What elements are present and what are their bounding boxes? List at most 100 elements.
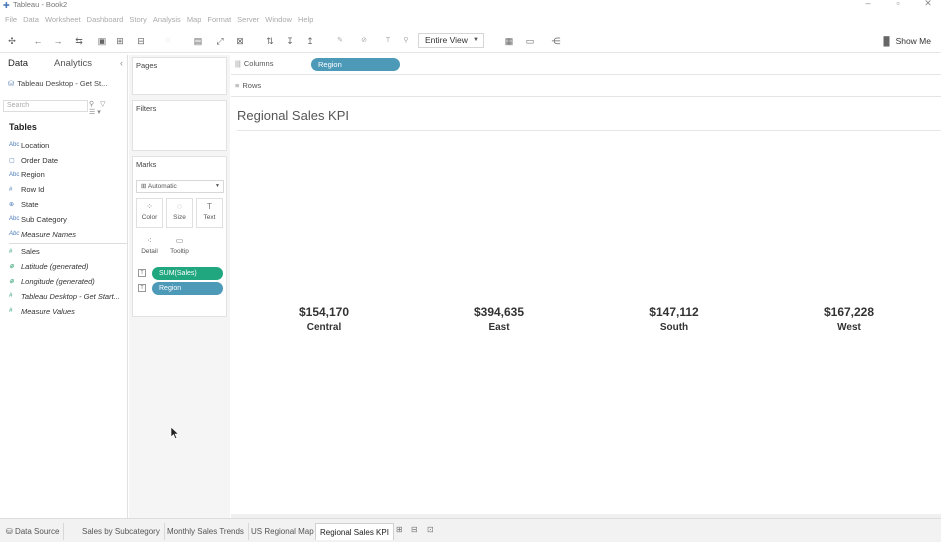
replay-icon[interactable]: ⇆ bbox=[70, 34, 88, 48]
datasource-label: Tableau Desktop - Get St... bbox=[17, 79, 108, 88]
region-column-pill[interactable]: Region bbox=[311, 58, 400, 71]
maximize-icon[interactable]: ▫ bbox=[893, 0, 903, 9]
field-location[interactable]: Abc Location bbox=[0, 138, 127, 153]
chevron-down-icon: ▼ bbox=[473, 37, 479, 43]
fit-dropdown[interactable]: Entire View ▼ bbox=[418, 33, 484, 48]
worksheet-view[interactable]: Regional Sales KPI $154,170 Central $394… bbox=[231, 100, 941, 518]
menu-map[interactable]: Map bbox=[184, 13, 205, 27]
kpi-region: Central bbox=[306, 322, 342, 333]
tab-regional-sales-kpi[interactable]: Regional Sales KPI bbox=[315, 523, 394, 540]
data-source-icon: ⛁ bbox=[6, 527, 15, 536]
tab-analytics[interactable]: Analytics bbox=[54, 58, 92, 69]
kpi-west[interactable]: $167,228 West bbox=[789, 305, 909, 333]
run-update-icon[interactable]: ◌ bbox=[158, 34, 178, 48]
kpi-region: West bbox=[837, 322, 861, 333]
field-sales[interactable]: # Sales bbox=[0, 245, 127, 260]
kpi-south[interactable]: $147,112 South bbox=[614, 305, 734, 333]
sort-ascending-icon[interactable]: ↧ bbox=[284, 34, 296, 48]
close-icon[interactable]: ✕ bbox=[923, 0, 933, 9]
sort-descending-icon[interactable]: ↥ bbox=[304, 34, 316, 48]
menu-format[interactable]: Format bbox=[204, 13, 234, 27]
field-measure-values[interactable]: # Measure Values bbox=[0, 304, 127, 319]
menu-server[interactable]: Server bbox=[234, 13, 262, 27]
detail-button[interactable]: ⁖ Detail bbox=[136, 232, 163, 262]
pages-card[interactable]: Pages bbox=[132, 57, 227, 95]
pages-header: Pages bbox=[136, 61, 158, 70]
new-story-icon[interactable]: ⊡ bbox=[427, 525, 434, 534]
minimize-icon[interactable]: – bbox=[863, 0, 873, 9]
duplicate-sheet-icon[interactable]: ⤢ bbox=[214, 34, 226, 48]
field-state[interactable]: ⊕ State bbox=[0, 197, 127, 212]
tableau-logo-icon[interactable]: ✣ bbox=[6, 34, 18, 48]
undo-icon[interactable]: ← bbox=[32, 34, 44, 48]
geo-type-icon: ⊕ bbox=[9, 279, 15, 286]
highlight-icon[interactable]: ✎ bbox=[332, 34, 348, 48]
data-source-tab[interactable]: ⛁ Data Source bbox=[2, 523, 65, 540]
text-button[interactable]: T Text bbox=[196, 198, 223, 228]
pause-updates-icon[interactable]: ⊟ bbox=[134, 34, 148, 48]
size-icon: ◌ bbox=[177, 202, 182, 211]
geo-type-icon: ⊕ bbox=[9, 264, 15, 271]
date-type-icon: ▢ bbox=[9, 157, 15, 164]
new-datasource-icon[interactable]: ⊞ bbox=[114, 34, 126, 48]
data-pane: Data Analytics ‹ ⛁ Tableau Desktop - Get … bbox=[0, 55, 128, 518]
field-label: Sub Category bbox=[21, 214, 67, 224]
clear-sheet-icon[interactable]: ⊠ bbox=[232, 34, 248, 48]
detail-label: Detail bbox=[141, 248, 158, 255]
field-longitude[interactable]: ⊕ Longitude (generated) bbox=[0, 274, 127, 289]
field-record-count[interactable]: # Tableau Desktop - Get Start... bbox=[0, 289, 127, 304]
menu-data[interactable]: Data bbox=[20, 13, 42, 27]
menu-dashboard[interactable]: Dashboard bbox=[84, 13, 127, 27]
redo-icon[interactable]: → bbox=[52, 34, 64, 48]
show-me-label: Show Me bbox=[895, 36, 931, 46]
tab-sales-by-subcategory[interactable]: Sales by Subcategory bbox=[78, 523, 165, 540]
new-worksheet-icon[interactable]: ⊞ bbox=[396, 525, 403, 534]
tab-us-regional-map[interactable]: US Regional Map bbox=[247, 523, 319, 540]
tab-monthly-sales-trends[interactable]: Monthly Sales Trends bbox=[163, 523, 249, 540]
presentation-mode-icon[interactable]: ▭ bbox=[524, 34, 536, 48]
rows-shelf[interactable]: ≡ Rows bbox=[231, 77, 941, 97]
geo-type-icon: ⊕ bbox=[9, 202, 15, 209]
tab-data[interactable]: Data bbox=[8, 58, 28, 69]
menu-window[interactable]: Window bbox=[262, 13, 295, 27]
group-members-icon[interactable]: ⊘ bbox=[356, 34, 372, 48]
menu-analysis[interactable]: Analysis bbox=[150, 13, 184, 27]
field-row-id[interactable]: # Row Id bbox=[0, 182, 127, 197]
data-pane-tabs: Data Analytics ‹ bbox=[0, 55, 127, 75]
size-button[interactable]: ◌ Size bbox=[166, 198, 193, 228]
region-pill[interactable]: Region bbox=[152, 282, 223, 295]
mark-type-dropdown[interactable]: ⊞ Automatic ▼ bbox=[136, 180, 224, 193]
kpi-central[interactable]: $154,170 Central bbox=[264, 305, 384, 333]
window-controls: – ▫ ✕ bbox=[863, 0, 933, 9]
filters-card[interactable]: Filters bbox=[132, 100, 227, 151]
menu-file[interactable]: File bbox=[2, 13, 20, 27]
menu-worksheet[interactable]: Worksheet bbox=[42, 13, 84, 27]
tooltip-button[interactable]: ▭ Tooltip bbox=[166, 232, 193, 262]
collapse-pane-icon[interactable]: ‹ bbox=[120, 58, 123, 68]
field-measure-names[interactable]: Abc Measure Names bbox=[0, 227, 127, 242]
filters-header: Filters bbox=[136, 104, 157, 113]
search-filter-icons[interactable]: ⚲ ▽ ☰▾ bbox=[89, 100, 125, 116]
save-icon[interactable]: ▣ bbox=[96, 34, 108, 48]
datasource-item[interactable]: ⛁ Tableau Desktop - Get St... bbox=[8, 79, 107, 88]
search-input[interactable]: Search bbox=[3, 100, 88, 112]
sum-sales-pill[interactable]: SUM(Sales) bbox=[152, 267, 223, 280]
show-cards-icon[interactable]: ▦ bbox=[500, 34, 518, 48]
menu-help[interactable]: Help bbox=[295, 13, 316, 27]
field-sub-category[interactable]: Abc Sub Category bbox=[0, 212, 127, 227]
show-mark-labels-icon[interactable]: T bbox=[382, 34, 394, 48]
columns-shelf[interactable]: ||| Columns Region bbox=[231, 55, 941, 75]
color-button[interactable]: ⁘ Color bbox=[136, 198, 163, 228]
show-me-button[interactable]: ▐▌ Show Me bbox=[881, 34, 931, 48]
menu-story[interactable]: Story bbox=[126, 13, 150, 27]
field-label: Latitude (generated) bbox=[21, 262, 89, 272]
share-icon[interactable]: ⋲ bbox=[550, 34, 562, 48]
fix-axes-icon[interactable]: ⚲ bbox=[400, 34, 412, 48]
kpi-east[interactable]: $394,635 East bbox=[439, 305, 559, 333]
new-dashboard-icon[interactable]: ⊟ bbox=[411, 525, 418, 534]
swap-rows-columns-icon[interactable]: ⇅ bbox=[264, 34, 276, 48]
field-region[interactable]: Abc Region bbox=[0, 168, 127, 183]
field-latitude[interactable]: ⊕ Latitude (generated) bbox=[0, 259, 127, 274]
field-order-date[interactable]: ▢ Order Date bbox=[0, 153, 127, 168]
new-worksheet-icon[interactable]: ▤ bbox=[190, 34, 206, 48]
